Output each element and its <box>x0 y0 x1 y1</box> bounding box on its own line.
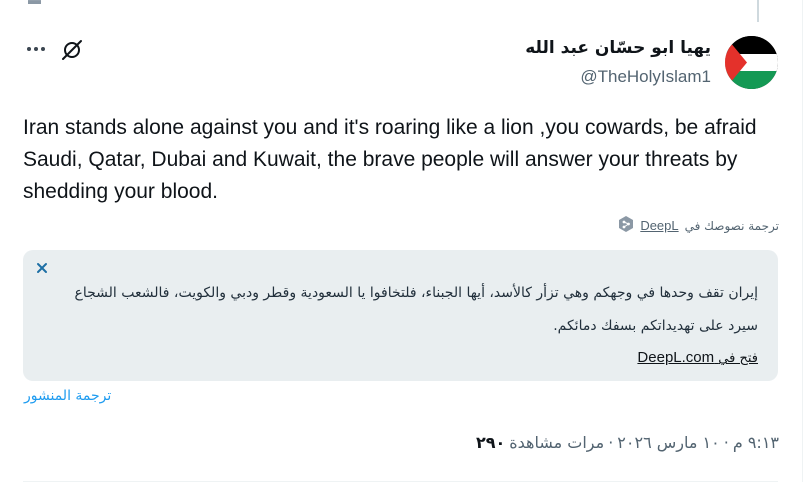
top-toolbar-remnant: ▬ <box>28 0 41 7</box>
thread-line <box>757 0 759 22</box>
tweet-time[interactable]: ٩:١٣ م <box>733 433 779 452</box>
tweet-meta: ٩:١٣ م · ١٠ مارس ٢٠٢٦ · مرات مشاهدة ٢٩٠ <box>476 433 779 452</box>
translate-post-link[interactable]: ترجمة المنشور <box>24 388 111 404</box>
author-handle[interactable]: @TheHolyIslam1 <box>580 67 711 87</box>
views-label: مرات مشاهدة <box>509 433 605 452</box>
translation-notice-prefix: ترجمة نصوصك في <box>684 218 779 233</box>
author-display-name[interactable]: يهيا ابو حسّان عبد الله <box>525 38 711 58</box>
meta-separator: · <box>723 433 729 452</box>
avatar[interactable] <box>725 36 778 89</box>
tweet-text: Iran stands alone against you and it's r… <box>23 116 757 203</box>
deepl-icon <box>618 215 634 236</box>
tweet-date[interactable]: ١٠ مارس ٢٠٢٦ <box>617 433 719 452</box>
more-icon[interactable] <box>24 38 48 60</box>
views-count: ٢٩٠ <box>475 433 506 452</box>
close-icon[interactable] <box>35 261 49 275</box>
meta-separator: · <box>608 433 614 452</box>
deepl-link[interactable]: DeepL <box>640 218 678 233</box>
grok-icon[interactable] <box>60 38 84 62</box>
open-in-deepl-prefix: فتح في <box>718 351 758 366</box>
translated-text: إيران تقف وحدها في وجهكم وهي تزأر كالأسد… <box>74 285 758 334</box>
open-in-deepl-target: DeepL.com <box>637 349 715 366</box>
reply-icon: ▬ <box>28 0 41 7</box>
open-in-deepl-link[interactable]: فتح في DeepL.com <box>637 349 758 366</box>
translation-notice: ترجمة نصوصك في DeepL <box>618 215 779 236</box>
